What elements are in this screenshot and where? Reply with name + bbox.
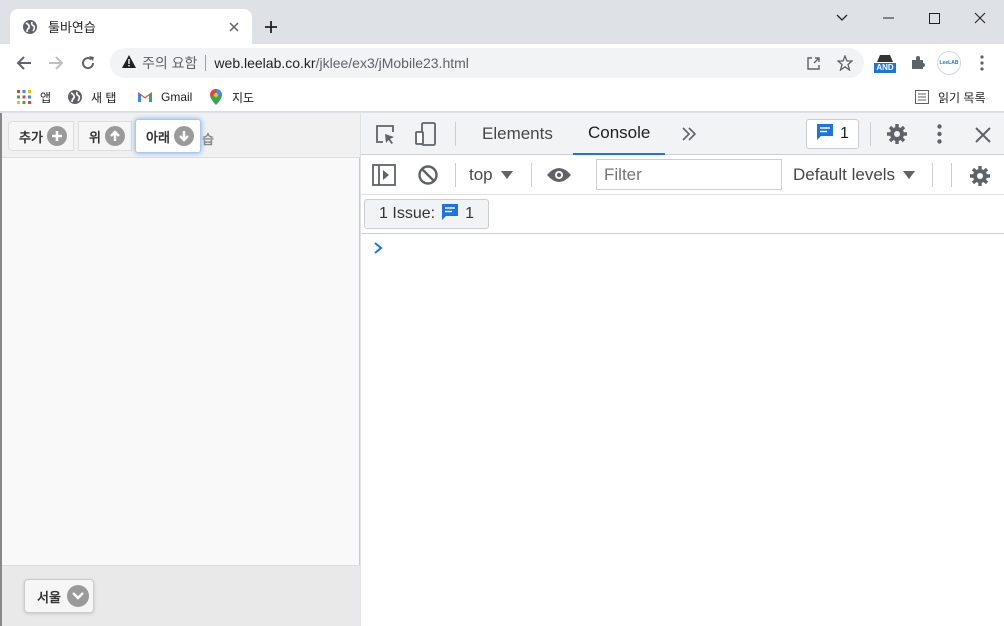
arrow-down-icon: [173, 126, 194, 146]
toolbar-divider: [455, 122, 456, 146]
bookmark-label: 앱: [40, 90, 52, 105]
arrow-up-icon: [104, 126, 125, 146]
context-selector[interactable]: top: [469, 163, 513, 187]
security-status[interactable]: 주의 요함: [142, 53, 197, 73]
sidebar-toggle-icon[interactable]: [371, 163, 397, 187]
button-label: 위: [89, 129, 101, 145]
page-viewport: 습 추가 위 아래 서울: [0, 113, 360, 626]
live-expression-eye-icon[interactable]: [545, 165, 573, 185]
close-window-icon[interactable]: [957, 4, 1003, 32]
reading-list-label: 읽기 목록: [938, 90, 986, 105]
and-extension-icon[interactable]: AND: [872, 51, 898, 75]
maximize-icon[interactable]: [911, 4, 957, 32]
browser-toolbar: 주의 요함 web.leelab.co.kr/jklee/ex3/jMobile…: [0, 44, 1004, 82]
share-icon[interactable]: [802, 52, 824, 74]
device-toolbar-icon[interactable]: [413, 122, 439, 146]
new-tab-icon[interactable]: [259, 15, 283, 39]
apps-grid-icon: [16, 89, 32, 105]
bookmark-star-icon[interactable]: [834, 52, 856, 74]
devtools-menu-kebab-icon[interactable]: [929, 123, 949, 145]
button-label: 서울: [37, 589, 61, 605]
address-bar[interactable]: 주의 요함 web.leelab.co.kr/jklee/ex3/jMobile…: [110, 48, 864, 78]
seoul-select-button[interactable]: 서울: [24, 579, 94, 613]
clear-console-icon[interactable]: [416, 164, 440, 186]
console-prompt-chevron-icon[interactable]: [373, 241, 383, 259]
gmail-icon: [137, 89, 153, 105]
bookmark-new-tab[interactable]: 새 탭: [67, 86, 116, 108]
toolbar-divider: [455, 163, 456, 187]
globe-icon: [22, 19, 38, 35]
issue-count: 1: [840, 125, 849, 142]
minimize-icon[interactable]: [865, 4, 911, 32]
title-bar: 툴바연습: [0, 0, 1004, 44]
issue-message-icon: [441, 203, 459, 226]
plus-icon: [46, 126, 67, 146]
issue-message-icon: [816, 123, 834, 146]
and-badge: AND: [874, 63, 896, 73]
tab-console[interactable]: Console: [573, 113, 666, 155]
bookmark-gmail[interactable]: Gmail: [137, 86, 192, 108]
bookmarks-bar: 앱 새 탭 Gmail 지도 읽기 목록: [0, 82, 1004, 112]
close-tab-icon[interactable]: [222, 15, 246, 39]
context-label: top: [469, 165, 493, 184]
inspect-element-icon[interactable]: [373, 123, 397, 145]
maps-pin-icon: [208, 89, 224, 105]
bookmark-label: 새 탭: [91, 90, 117, 105]
chevron-down-icon: [66, 585, 89, 607]
reload-icon[interactable]: [74, 49, 102, 77]
up-button[interactable]: 위: [78, 121, 132, 151]
toolbar-divider: [870, 122, 871, 146]
more-tabs-chevrons-icon[interactable]: [679, 125, 699, 143]
toolbar-divider: [951, 163, 952, 187]
close-devtools-icon[interactable]: [972, 124, 994, 146]
console-toolbar: top Default levels: [361, 155, 1004, 195]
leelab-label: LeeLAB: [937, 51, 961, 75]
tab-elements[interactable]: Elements: [482, 113, 553, 155]
browser-tab[interactable]: 툴바연습: [10, 9, 252, 44]
levels-label: Default levels: [793, 165, 896, 184]
puzzle-extensions-icon[interactable]: [908, 51, 928, 75]
log-levels-dropdown[interactable]: Default levels: [793, 163, 916, 187]
url-host: web.leelab.co.kr: [214, 55, 316, 71]
kebab-menu-icon[interactable]: [972, 51, 992, 75]
issues-bar: 1 Issue: 1: [361, 195, 1004, 234]
devtools-tab-bar: Elements Console 1: [361, 113, 1004, 155]
console-filter-input[interactable]: [596, 159, 782, 190]
console-settings-gear-icon[interactable]: [968, 164, 992, 188]
issues-count: 1: [465, 205, 474, 222]
devtools-panel: Elements Console 1 top Filter Default le…: [361, 113, 1004, 626]
omnibox-divider: [205, 55, 207, 71]
reading-list-icon: [914, 89, 930, 105]
issues-label: 1 Issue:: [379, 205, 436, 222]
toolbar-divider: [932, 163, 933, 187]
button-label: 아래: [146, 129, 170, 145]
forward-arrow-icon[interactable]: [42, 49, 70, 77]
warning-icon[interactable]: [122, 55, 136, 71]
button-label: 추가: [19, 129, 43, 145]
bookmark-maps[interactable]: 지도: [208, 86, 254, 108]
back-arrow-icon[interactable]: [10, 49, 38, 77]
bookmark-label: Gmail: [161, 90, 193, 104]
settings-gear-icon[interactable]: [885, 122, 909, 146]
page-header-toolbar: 습 추가 위 아래: [2, 113, 360, 158]
tab-search-chevron-icon[interactable]: [819, 4, 865, 32]
issues-counter-button[interactable]: 1: [806, 119, 859, 149]
issues-button[interactable]: 1 Issue: 1: [364, 199, 489, 229]
page-footer-toolbar: 서울: [2, 565, 360, 626]
bookmark-apps[interactable]: 앱: [16, 86, 51, 108]
bookmark-label: 지도: [232, 90, 255, 105]
tab-title: 툴바연습: [48, 20, 96, 35]
url-path: /jklee/ex3/jMobile23.html: [315, 55, 469, 71]
leelab-extension[interactable]: LeeLAB: [936, 51, 962, 75]
add-button[interactable]: 추가: [8, 121, 74, 151]
dropdown-triangle-icon: [903, 165, 916, 185]
down-button[interactable]: 아래: [135, 119, 201, 153]
reading-list[interactable]: 읽기 목록: [914, 86, 986, 108]
hidden-partial-label: 습: [202, 132, 214, 147]
globe-icon: [67, 89, 83, 105]
toolbar-divider: [531, 163, 532, 187]
dropdown-triangle-icon: [500, 165, 513, 185]
